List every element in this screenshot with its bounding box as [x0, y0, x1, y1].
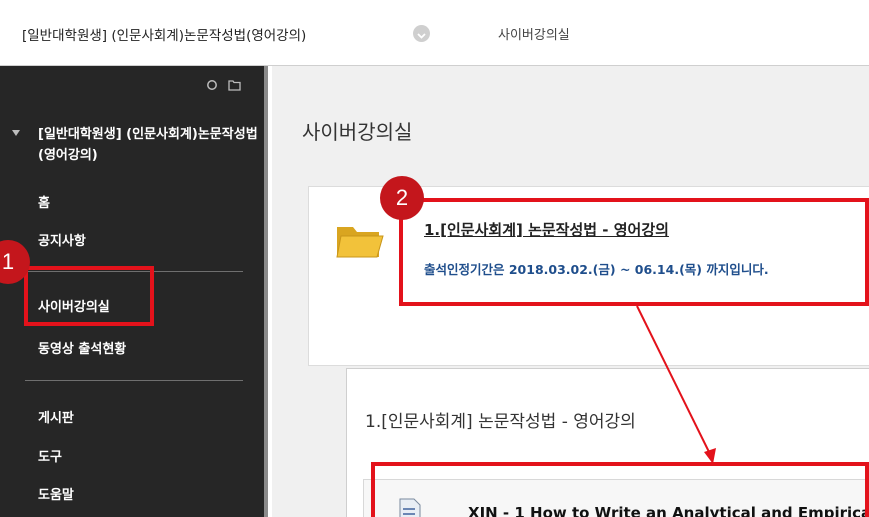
course-menu-button[interactable]: [413, 25, 430, 42]
highlight-box-item: [371, 462, 869, 517]
sidebar-item-board[interactable]: 게시판: [38, 407, 74, 426]
highlight-box-folder: [399, 198, 869, 306]
sidebar-item-home[interactable]: 홈: [38, 192, 50, 211]
course-header: [일반대학원생] (인문사회계)논문작성법(영어강의) 사이버강의실: [0, 0, 869, 66]
page-title: 사이버강의실: [302, 120, 413, 144]
sidebar-item-tools[interactable]: 도구: [38, 446, 62, 465]
refresh-icon[interactable]: [205, 78, 218, 91]
collapse-arrow-icon[interactable]: [12, 130, 20, 136]
sidebar-divider: [25, 380, 243, 381]
sidebar-course-title[interactable]: [일반대학원생] (인문사회계)논문작성법(영어강의): [38, 124, 258, 166]
folder-icon: [336, 227, 384, 258]
breadcrumb-current: 사이버강의실: [498, 28, 570, 43]
sidebar-item-video-attendance[interactable]: 동영상 출석현황: [38, 338, 126, 357]
sidebar-item-notices[interactable]: 공지사항: [38, 230, 86, 249]
sidebar-tools: [205, 78, 241, 91]
course-title-link[interactable]: [일반대학원생] (인문사회계)논문작성법(영어강의): [22, 24, 306, 44]
step-badge-2: 2: [380, 176, 424, 220]
sidebar-item-help[interactable]: 도움말: [38, 484, 74, 503]
panel-title: 1.[인문사회계] 논문작성법 - 영어강의: [365, 412, 636, 432]
folder-view-icon[interactable]: [228, 78, 241, 91]
chevron-down-icon: [417, 24, 426, 43]
highlight-box-sidebar: [24, 266, 154, 326]
